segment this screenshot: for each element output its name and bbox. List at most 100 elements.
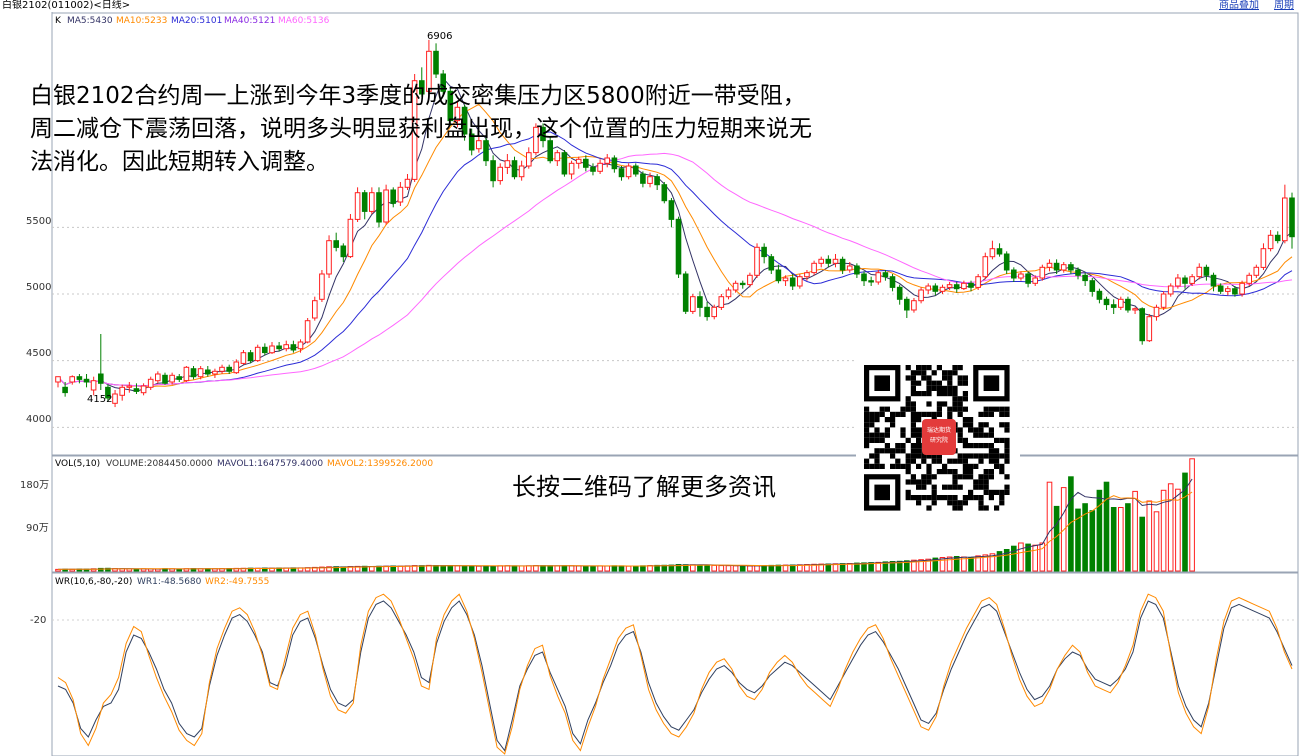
qr-module [910,391,916,397]
candle-body [725,289,732,298]
qr-module [957,396,963,402]
candle-body [661,184,668,202]
candle-body [169,374,175,383]
candle-body [925,285,932,291]
volume-bar [540,565,546,572]
volume-bar [1132,490,1138,572]
qr-module [926,469,932,475]
qr-module [869,422,875,428]
volume-bar [575,565,582,572]
qr-module [931,484,937,490]
qr-module [973,453,979,459]
qr-code[interactable]: 瑞达期货 研究院 [856,357,1020,529]
qr-module [962,453,968,459]
qr-module [988,489,994,495]
legend-mavol1: MAVOL1:1647579.4000 [217,459,323,469]
candle-body [675,218,682,275]
candle-body [312,300,318,319]
candle-body [768,256,775,271]
commodity-overlay-link[interactable]: 商品叠加 [1219,0,1259,12]
qr-module [936,391,942,397]
candle-body [183,366,190,382]
qr-module [988,427,994,433]
qr-module [994,489,1000,495]
volume-legend: VOL(5,10) VOLUME:2084450.0000 MAVOL1:164… [55,459,433,469]
qr-module [988,458,994,464]
qr-module [957,411,963,417]
candle-body [340,245,347,258]
candle-body [668,200,675,220]
qr-module [905,365,911,371]
qr-module [947,411,953,417]
volume-tick-90w: 90万 [26,523,49,534]
qr-module [936,411,942,417]
qr-module [900,427,906,433]
qr-module [962,474,968,480]
qr-module [895,458,901,464]
volume-bar [704,564,710,572]
qr-module [947,391,953,397]
period-link[interactable]: 周期 [1274,0,1294,12]
candle-body [297,341,304,350]
qr-module [942,391,948,397]
candle-body [162,374,168,384]
qr-module [968,463,974,469]
qr-module [988,448,994,454]
volume-bar [476,565,482,572]
candle-body [832,258,839,264]
qr-finder-core [874,375,890,391]
qr-module [921,365,927,371]
candle-body [1110,304,1117,308]
candle-body [269,345,275,354]
candle-body [354,192,361,220]
candle-body [1239,282,1245,295]
volume-bar [1103,481,1110,572]
candle-body [397,186,404,203]
candle-body [1246,274,1253,284]
qr-module [921,391,927,397]
qr-module [910,448,916,454]
qr-module [910,453,916,459]
qr-module [983,474,989,480]
qr-module [962,375,968,381]
qr-module [983,505,989,511]
candle-body [682,273,689,312]
qr-module [869,411,875,417]
qr-module [905,479,911,485]
candle-body [1267,234,1274,250]
qr-module [947,469,953,475]
qr-module [988,495,994,501]
qr-module [916,417,922,423]
candle-body [1139,308,1146,342]
candle-body [1289,197,1295,238]
qr-module [988,474,994,480]
qr-module [962,422,968,428]
price-axis: 5500 5000 4500 4000 [26,216,51,425]
candle-body [69,376,76,383]
qr-module [1004,427,1010,433]
qr-module [900,443,906,449]
qr-module [910,370,916,376]
qr-module [978,453,984,459]
qr-module [1004,474,1010,480]
qr-module [962,380,968,386]
qr-module [926,505,932,511]
candle-body [1053,262,1060,271]
qr-module [874,432,880,438]
volume-bar [732,565,739,572]
qr-module [973,432,979,438]
volume-bar [725,565,732,572]
qr-module [916,495,922,501]
candle-body [1274,234,1281,242]
candle-body [390,189,396,204]
qr-module [947,375,953,381]
qr-module [952,495,958,501]
candle-body [861,273,867,282]
candle-body [718,296,725,308]
qr-module [962,437,968,443]
candle-body [747,274,753,286]
qr-module [942,370,948,376]
qr-module [957,474,963,480]
candle-body [361,192,368,212]
qr-module [962,495,968,501]
